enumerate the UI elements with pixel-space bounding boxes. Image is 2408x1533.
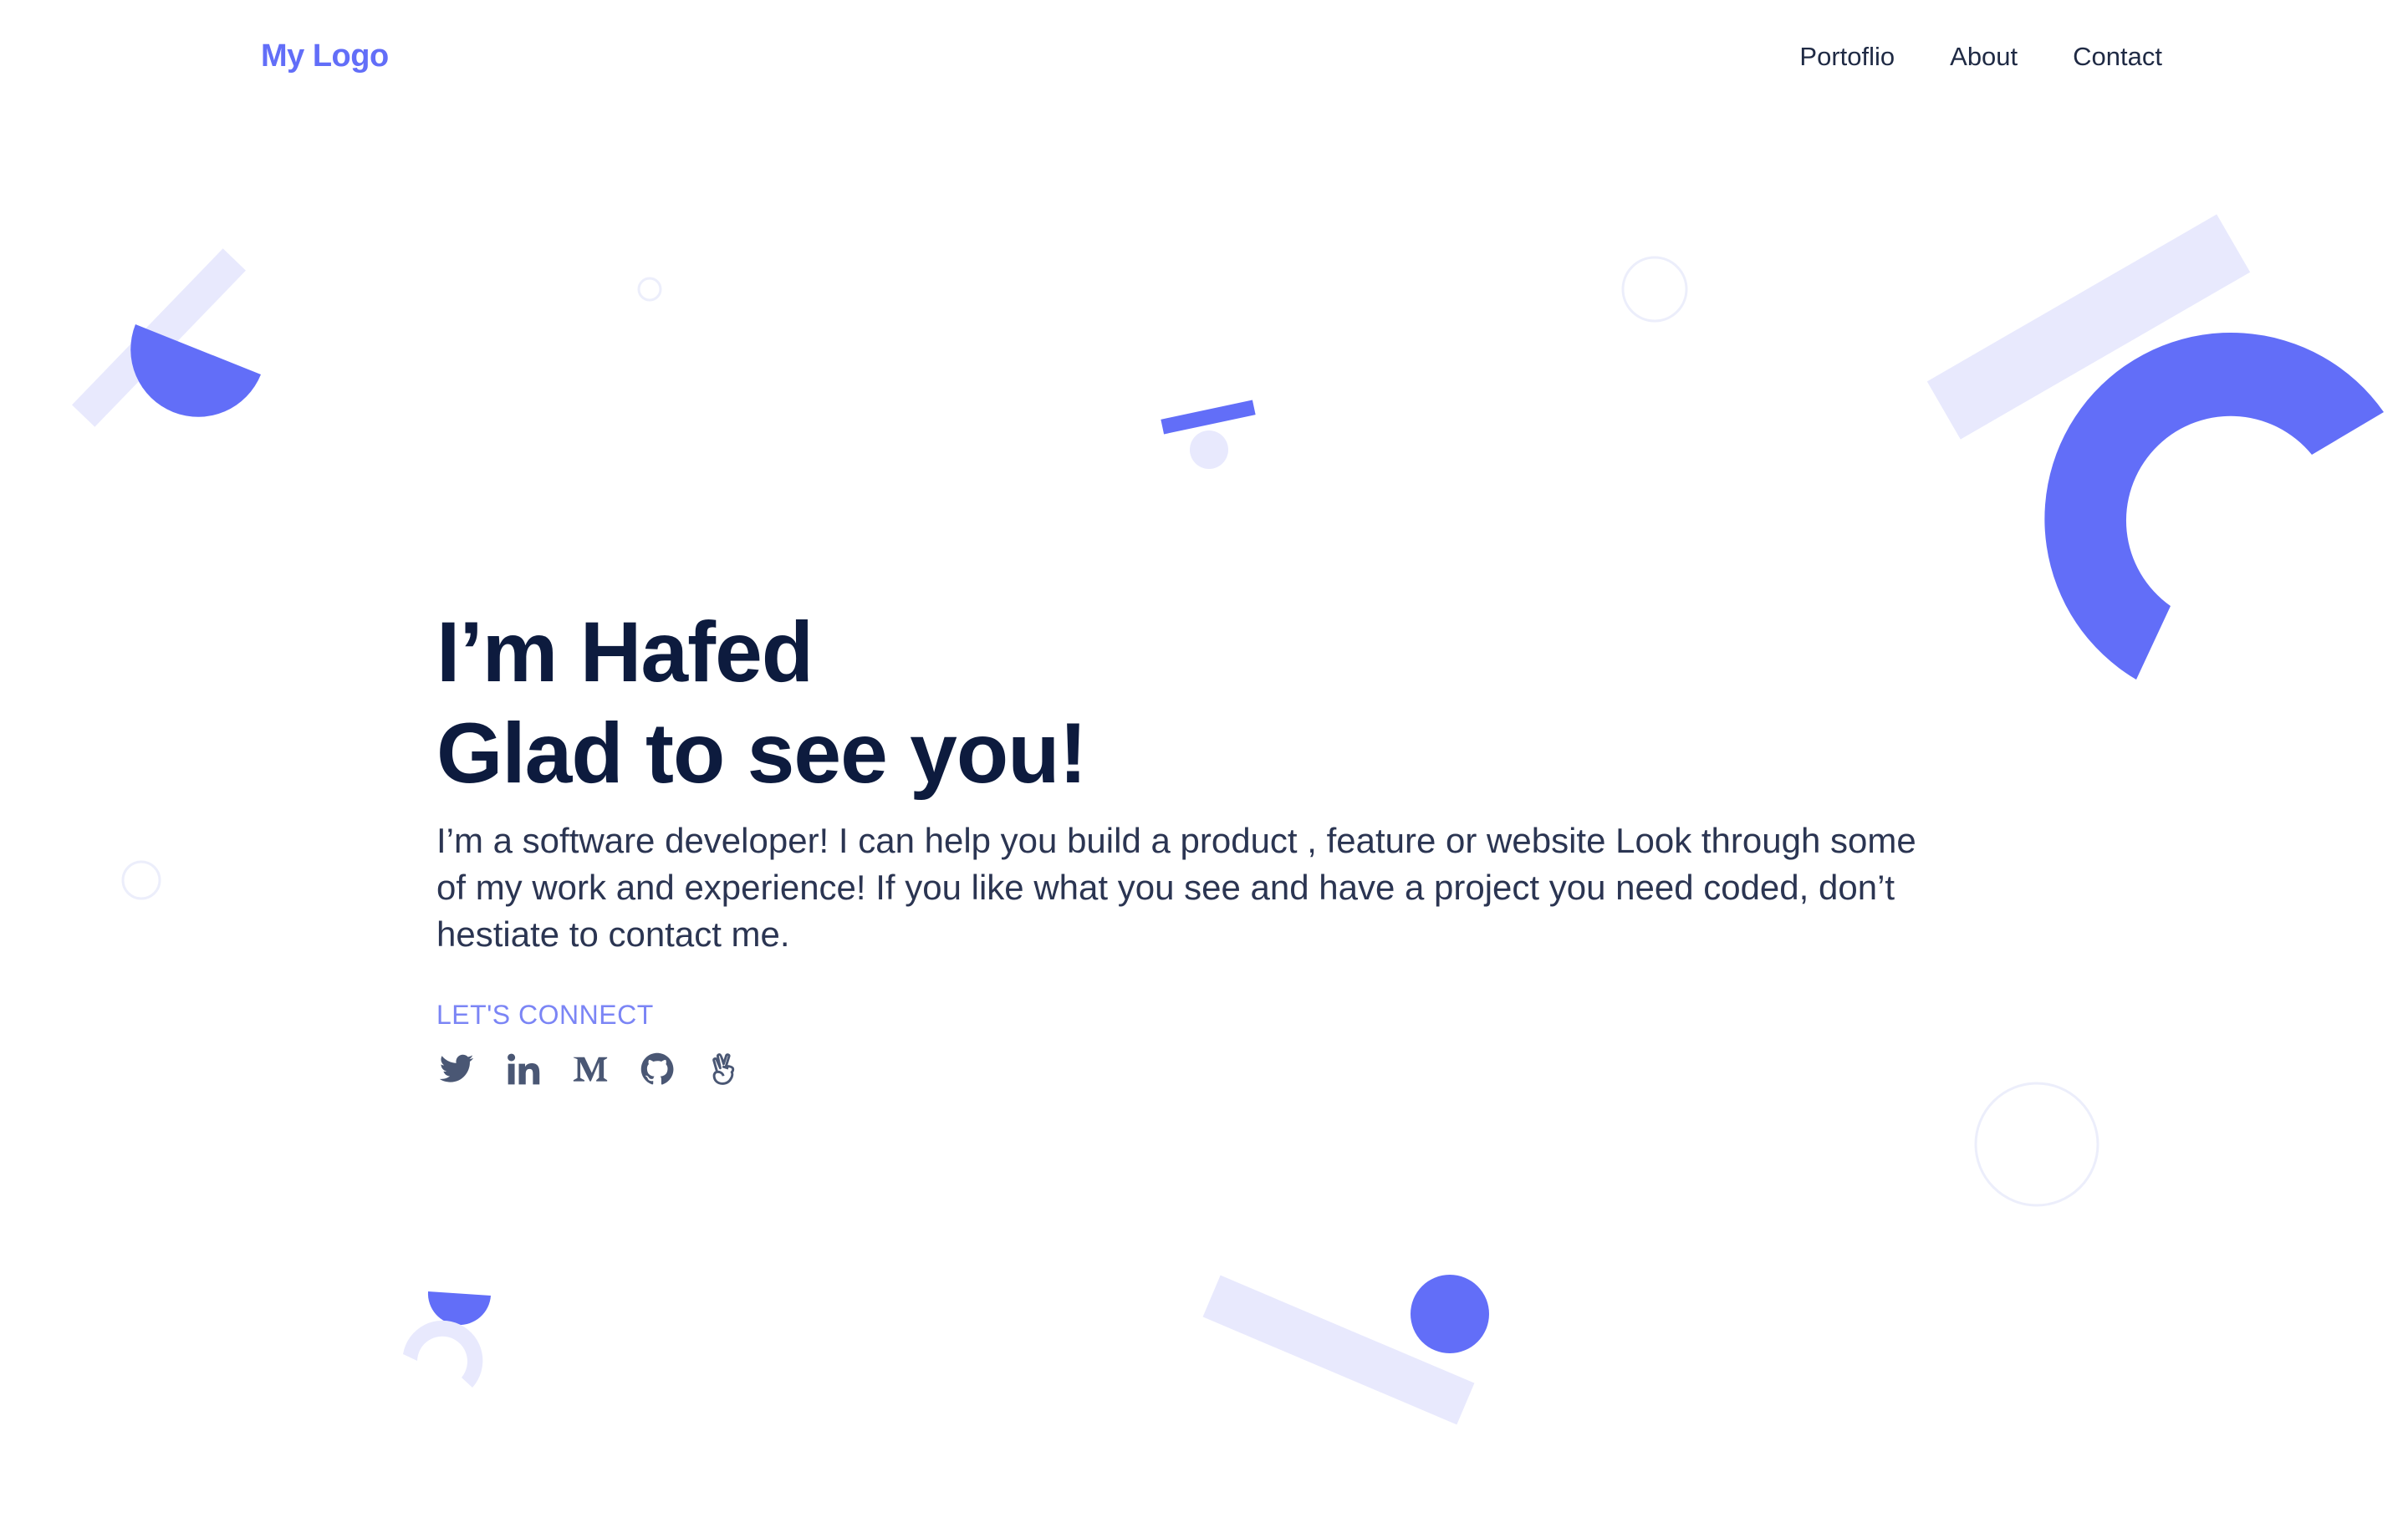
deco-arc-top-right	[2044, 332, 2384, 680]
nav-link-contact[interactable]: Contact	[2073, 42, 2162, 72]
hero-heading-line-1: I’m Hafed	[436, 604, 814, 700]
hero-description: I’m a software developer! I can help you…	[436, 821, 1916, 954]
social-links	[436, 1049, 1975, 1089]
deco-bar-bottom-center	[1202, 1275, 1475, 1425]
linkedin-icon[interactable]	[503, 1049, 543, 1089]
deco-bar-top-right	[1926, 214, 2251, 440]
hero-section: I’m Hafed Glad to see you! I’m a softwar…	[436, 602, 1975, 1089]
deco-ring-small	[637, 277, 662, 302]
main-nav: Portoflio About Contact	[1799, 42, 2162, 72]
deco-bar-center-top	[1161, 400, 1256, 435]
deco-ring-medium	[1621, 256, 1688, 323]
deco-arc-bottom-left	[403, 1320, 483, 1388]
hero-heading-line-2: Glad to see you!	[436, 705, 1088, 801]
nav-link-portfolio[interactable]: Portoflio	[1799, 42, 1895, 72]
deco-halfcircle-bottom-left	[427, 1291, 491, 1326]
deco-dot-center-top	[1190, 430, 1228, 469]
site-logo[interactable]: My Logo	[261, 38, 389, 74]
deco-dot-bottom-center	[1411, 1275, 1489, 1353]
deco-bar-top-left	[72, 248, 246, 427]
deco-halfcircle-top-left	[130, 324, 261, 417]
deco-ring-large	[1974, 1082, 2099, 1207]
deco-ring-left	[121, 860, 161, 900]
site-header: My Logo Portoflio About Contact	[0, 0, 2408, 125]
connect-label: LET'S CONNECT	[436, 1000, 654, 1030]
github-icon[interactable]	[637, 1049, 677, 1089]
nav-link-about[interactable]: About	[1950, 42, 2018, 72]
medium-icon[interactable]	[570, 1049, 610, 1089]
angellist-icon[interactable]	[704, 1049, 744, 1089]
hero-heading: I’m Hafed Glad to see you!	[436, 602, 1975, 804]
twitter-icon[interactable]	[436, 1049, 477, 1089]
